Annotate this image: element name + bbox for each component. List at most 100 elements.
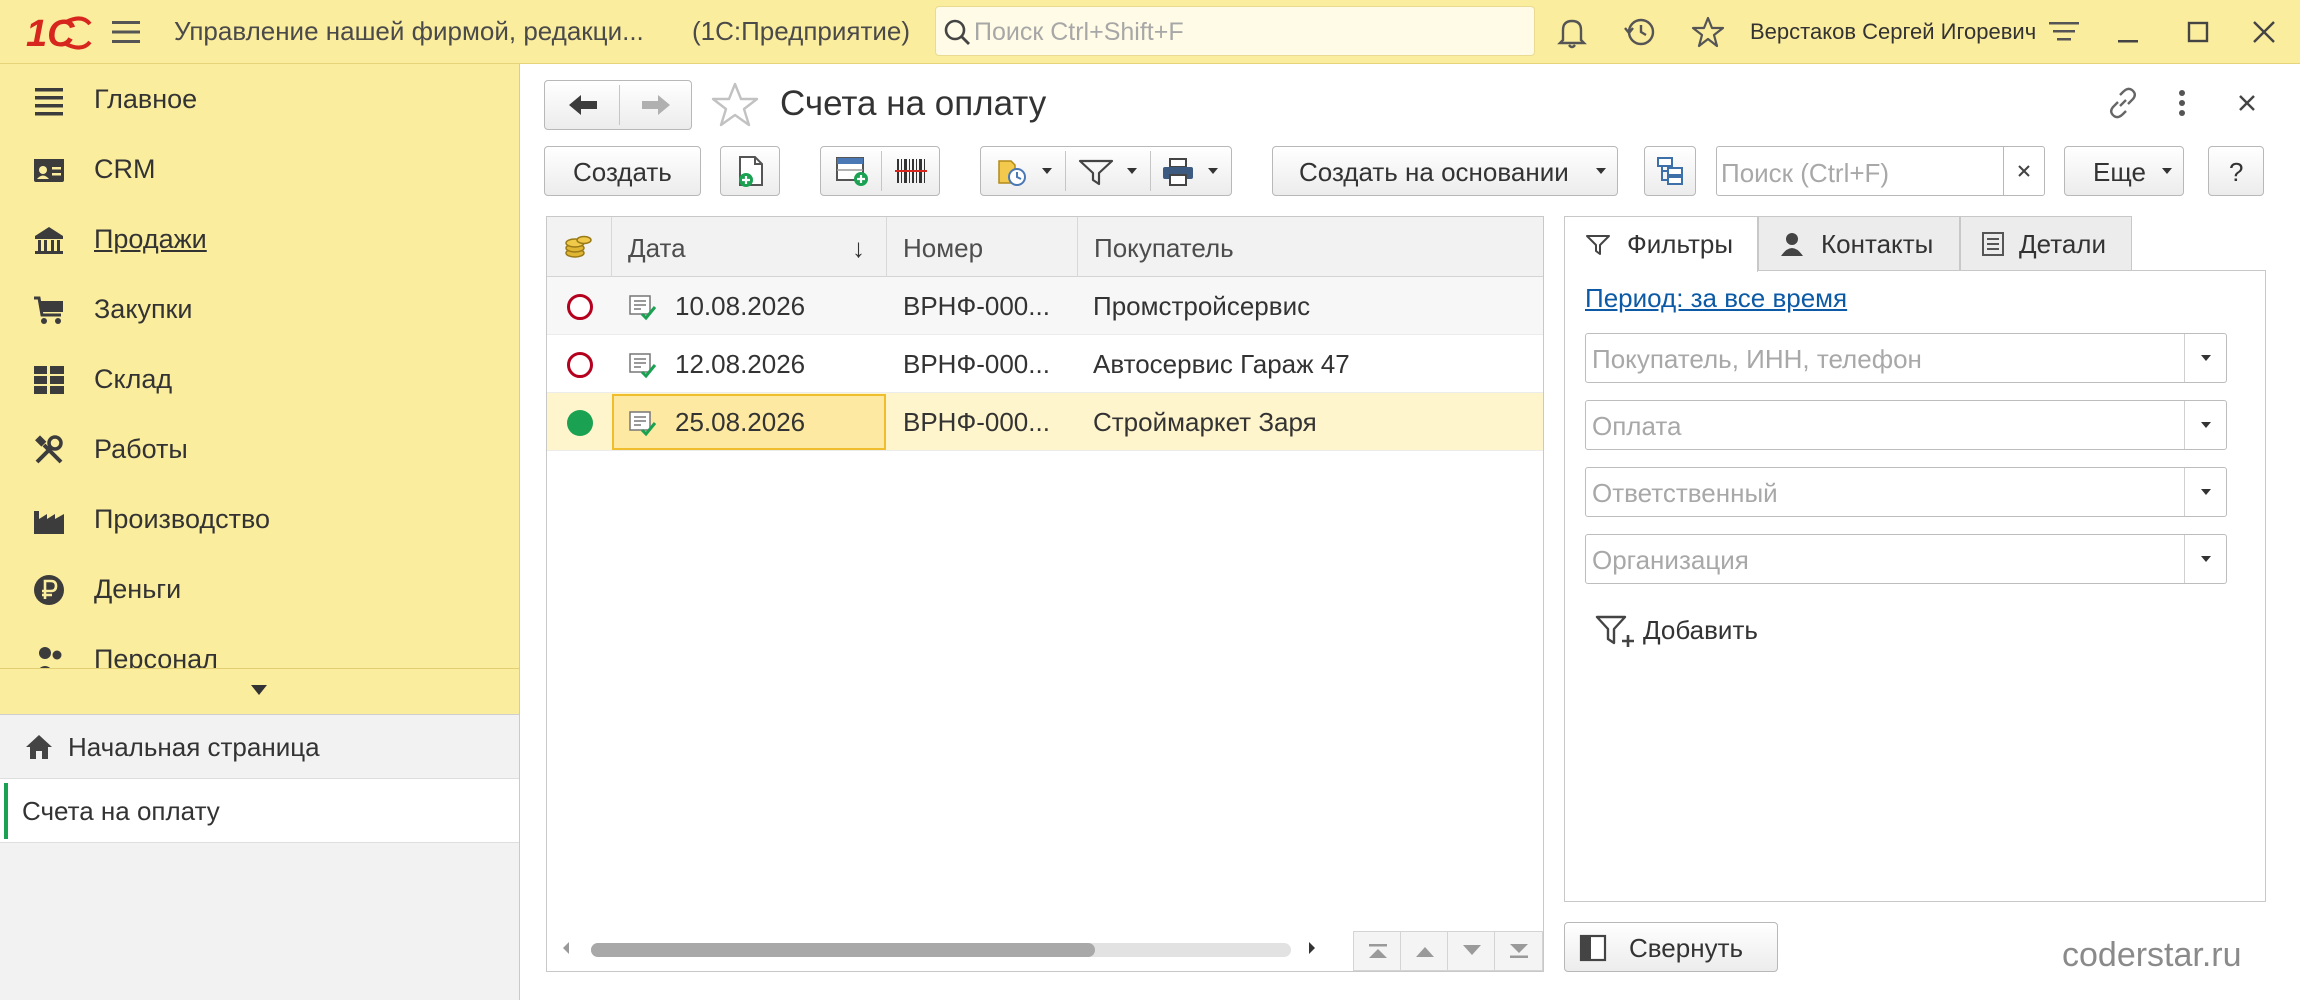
open-window-home[interactable]: Начальная страница	[0, 715, 519, 779]
page-down-button[interactable]	[1448, 932, 1495, 970]
list-search-placeholder: Поиск (Ctrl+F)	[1721, 158, 1890, 188]
sections-scroll-down-button[interactable]	[0, 668, 519, 712]
open-window-label: Счета на оплату	[22, 796, 220, 826]
open-window-invoices[interactable]: Счета на оплату	[0, 779, 519, 843]
more-actions-icon[interactable]	[2172, 86, 2192, 120]
settings-menu-icon[interactable]	[2046, 14, 2082, 50]
table-header: Дата ↓ Номер Покупатель	[547, 217, 1543, 277]
table-row[interactable]: 12.08.2026 ВРНФ-000... Автосервис Гараж …	[547, 335, 1543, 393]
buyer-filter-field[interactable]: Покупатель, ИНН, телефон	[1585, 333, 2227, 383]
close-form-icon[interactable]	[2232, 88, 2262, 118]
dropdown-button[interactable]	[2184, 468, 2226, 516]
global-search-placeholder: Поиск Ctrl+Shift+F	[974, 18, 1184, 46]
horizontal-scrollbar[interactable]	[591, 943, 1291, 957]
clear-search-button[interactable]	[2003, 146, 2045, 196]
barcode-button[interactable]	[882, 147, 940, 195]
sidebar-item-main[interactable]: Главное	[0, 64, 519, 134]
caret-down-icon	[2200, 421, 2212, 429]
sidebar-item-personnel[interactable]: Персонал	[0, 624, 519, 668]
buyer-column-header[interactable]: Покупатель	[1078, 217, 1543, 277]
add-exchange-button-group	[820, 146, 940, 196]
add-record-button[interactable]	[821, 147, 881, 195]
organization-filter-field[interactable]: Организация	[1585, 534, 2227, 584]
filters-panel: Период: за все время Покупатель, ИНН, те…	[1564, 270, 2266, 902]
create-copy-button[interactable]	[720, 146, 780, 196]
tab-details[interactable]: Детали	[1960, 216, 2132, 270]
dropdown-button[interactable]	[2184, 535, 2226, 583]
home-icon	[24, 733, 54, 761]
user-name[interactable]: Верстаков Сергей Игоревич	[1750, 19, 2036, 45]
sidebar-item-purchases[interactable]: Закупки	[0, 274, 519, 344]
caret-down-icon	[2200, 488, 2212, 496]
factory-icon	[32, 503, 66, 537]
back-button[interactable]	[545, 81, 619, 129]
sidebar-item-crm[interactable]: CRM	[0, 134, 519, 204]
sections-panel: Главное CRM Продажи Закупки Склад Работы…	[0, 64, 520, 1000]
list-search-input[interactable]: Поиск (Ctrl+F)	[1716, 146, 2045, 196]
caret-down-icon	[2200, 555, 2212, 563]
period-link[interactable]: Период: за все время	[1585, 283, 1847, 314]
close-window-icon[interactable]	[2246, 14, 2282, 50]
caret-down-icon	[1041, 167, 1053, 175]
print-dropdown-button[interactable]	[1151, 147, 1231, 195]
date-column-header[interactable]: Дата ↓	[612, 217, 886, 277]
scroll-right-arrow[interactable]	[1307, 941, 1317, 955]
add-to-favorites-icon[interactable]	[710, 80, 760, 130]
main-menu-icon[interactable]	[110, 18, 142, 46]
more-button[interactable]: Еще	[2064, 146, 2184, 196]
help-button[interactable]: ?	[2208, 146, 2264, 196]
global-search-input[interactable]: Поиск Ctrl+Shift+F	[935, 6, 1535, 56]
title-bar: 1С Управление нашей фирмой, редакци... (…	[0, 0, 2300, 64]
structure-button[interactable]	[1644, 146, 1696, 196]
page-up-button[interactable]	[1401, 932, 1448, 970]
sidebar-item-sales[interactable]: Продажи	[0, 204, 519, 274]
dropdown-button[interactable]	[2184, 401, 2226, 449]
sidebar-item-money[interactable]: Деньги	[0, 554, 519, 624]
tab-filters[interactable]: Фильтры	[1564, 216, 1758, 272]
bell-icon[interactable]	[1554, 14, 1590, 50]
paid-status-icon	[565, 408, 595, 438]
row-date: 25.08.2026	[675, 407, 806, 437]
scroll-left-arrow[interactable]	[561, 941, 571, 955]
collapse-panel-button[interactable]: Свернуть	[1564, 922, 1778, 972]
status-column-header[interactable]	[547, 217, 611, 277]
scroll-to-top-button[interactable]	[1354, 932, 1401, 970]
forward-button[interactable]	[620, 81, 692, 129]
number-column-header[interactable]: Номер	[887, 217, 1077, 277]
sort-desc-icon: ↓	[852, 233, 865, 263]
coins-icon	[563, 231, 593, 261]
report-dropdown-button[interactable]	[981, 147, 1065, 195]
scrollbar-thumb[interactable]	[591, 943, 1095, 957]
create-button[interactable]: Создать	[544, 146, 701, 196]
table-row-selected[interactable]: 25.08.2026 ВРНФ-000... Строймаркет Заря	[547, 393, 1543, 451]
table-row[interactable]: 10.08.2026 ВРНФ-000... Промстройсервис	[547, 277, 1543, 335]
scroll-to-bottom-button[interactable]	[1495, 932, 1542, 970]
unpaid-status-icon	[565, 350, 595, 380]
arrow-right-icon	[640, 93, 672, 117]
sidebar-item-production[interactable]: Производство	[0, 484, 519, 554]
add-filter-button[interactable]: Добавить	[1595, 605, 1795, 653]
filter-dropdown-button[interactable]	[1066, 147, 1150, 195]
sidebar-item-works[interactable]: Работы	[0, 414, 519, 484]
arrow-left-icon	[567, 93, 599, 117]
responsible-filter-field[interactable]: Ответственный	[1585, 467, 2227, 517]
unpaid-status-icon	[565, 292, 595, 322]
favorites-star-icon[interactable]	[1690, 14, 1726, 50]
sidebar-item-warehouse[interactable]: Склад	[0, 344, 519, 414]
person-icon	[1779, 231, 1805, 257]
dropdown-button[interactable]	[2184, 334, 2226, 382]
link-icon[interactable]	[2106, 86, 2140, 120]
minimize-icon[interactable]	[2110, 14, 2146, 50]
row-date: 12.08.2026	[675, 349, 806, 379]
search-icon	[942, 17, 972, 47]
history-icon[interactable]	[1622, 14, 1658, 50]
maximize-icon[interactable]	[2180, 14, 2216, 50]
tab-contacts[interactable]: Контакты	[1758, 216, 1960, 270]
invoices-table: Дата ↓ Номер Покупатель 10.08.2026 ВРНФ-…	[546, 216, 1544, 972]
app-logo[interactable]: 1С	[26, 10, 92, 54]
to-bottom-icon	[1508, 943, 1530, 959]
payment-filter-field[interactable]: Оплата	[1585, 400, 2227, 450]
sidebar-item-label: CRM	[94, 154, 156, 184]
up-icon	[1414, 944, 1436, 958]
create-based-on-button[interactable]: Создать на основании	[1272, 146, 1618, 196]
